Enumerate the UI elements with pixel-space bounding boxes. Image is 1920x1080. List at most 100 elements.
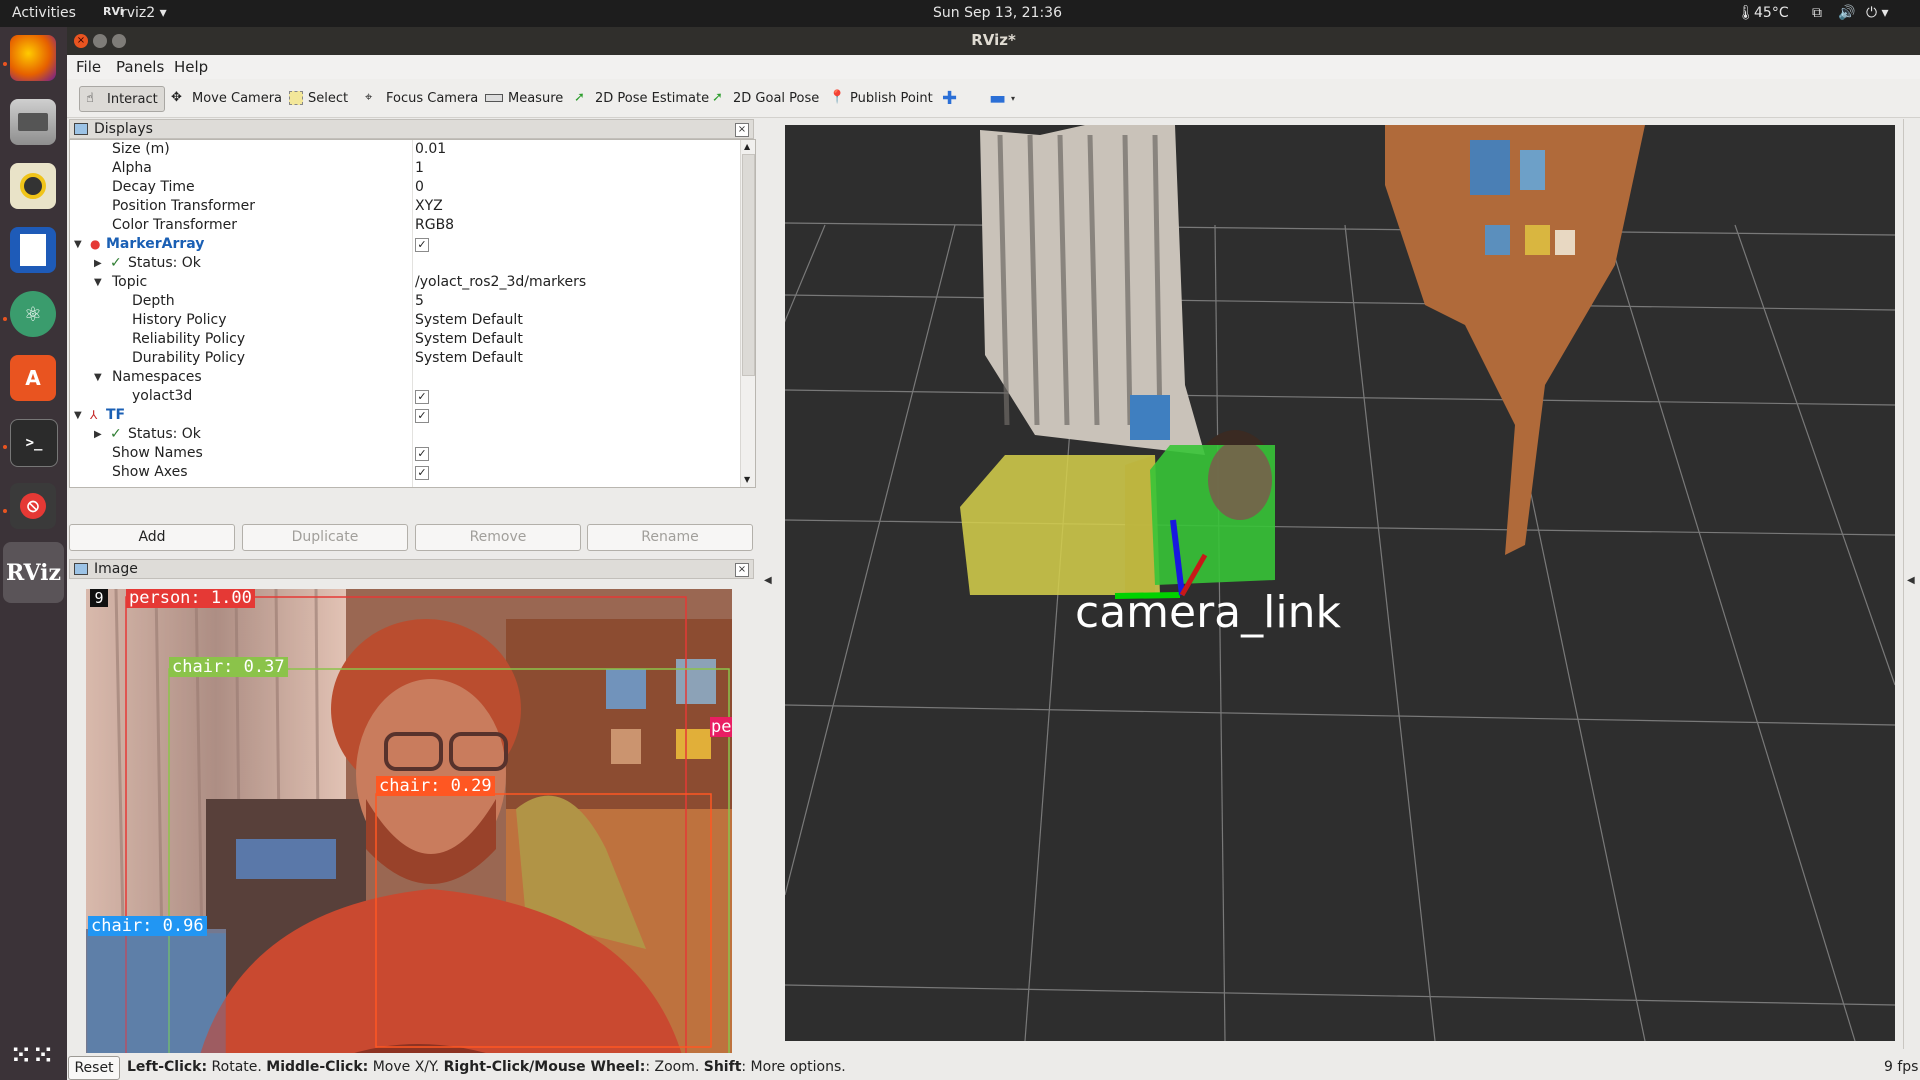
- terminal-icon[interactable]: >_: [10, 419, 58, 467]
- status-message: Left-Click: Rotate. Middle-Click: Move X…: [127, 1059, 846, 1075]
- ubuntu-software-icon[interactable]: A: [10, 355, 56, 401]
- namespace-checkbox[interactable]: ✓: [415, 390, 429, 404]
- scroll-down-icon[interactable]: ▼: [744, 475, 750, 484]
- add-display-button[interactable]: Add: [69, 524, 235, 551]
- check-icon: ✓: [110, 426, 122, 442]
- property-row[interactable]: Color Transformer RGB8: [70, 216, 740, 235]
- frame-number: 9: [90, 589, 108, 607]
- activities-button[interactable]: Activities: [12, 5, 76, 21]
- display-markerarray[interactable]: ▼ ● MarkerArray ✓: [70, 235, 740, 254]
- green-arrow-icon: ➚: [712, 90, 723, 105]
- remove-tool-button[interactable]: ▬ ▾: [989, 86, 1015, 110]
- detection-label: chair: 0.29: [376, 776, 495, 796]
- focus-camera-tool-button[interactable]: ⌖ Focus Camera: [365, 86, 478, 110]
- menu-panels[interactable]: Panels: [116, 58, 164, 76]
- marker-array-icon: ●: [90, 237, 101, 251]
- expand-arrow-icon[interactable]: ▼: [94, 273, 102, 292]
- map-pin-icon: 📍: [829, 90, 846, 105]
- chevron-down-icon: ▾: [1011, 93, 1016, 103]
- temperature-indicator[interactable]: 45°C: [1754, 5, 1789, 21]
- running-indicator: [3, 317, 7, 321]
- render-viewport[interactable]: camera_link: [785, 125, 1895, 1041]
- property-row[interactable]: Reliability Policy System Default: [70, 330, 740, 349]
- status-row[interactable]: ▶ ✓ Status: Ok: [70, 425, 740, 444]
- minus-icon: ▬: [989, 87, 1007, 109]
- property-row[interactable]: Size (m) 0.01: [70, 140, 740, 159]
- enable-checkbox[interactable]: ✓: [415, 238, 429, 252]
- property-row[interactable]: Durability Policy System Default: [70, 349, 740, 368]
- 3d-scene: [785, 125, 1895, 1041]
- move-camera-tool-button[interactable]: ✥ Move Camera: [171, 86, 282, 110]
- scroll-up-icon[interactable]: ▲: [744, 142, 750, 151]
- vertical-scrollbar[interactable]: ▲ ▼: [740, 140, 755, 487]
- property-row[interactable]: Show Names ✓: [70, 444, 740, 463]
- collapse-right-dock-icon[interactable]: ◀: [1907, 575, 1915, 586]
- image-panel-title: Image: [94, 561, 138, 577]
- expand-arrow-icon[interactable]: ▼: [94, 368, 102, 387]
- move-arrows-icon: ✥: [171, 90, 182, 105]
- property-row[interactable]: Position Transformer XYZ: [70, 197, 740, 216]
- property-row[interactable]: ▼ Namespaces: [70, 368, 740, 387]
- status-row[interactable]: ▶ ✓ Status: Ok: [70, 254, 740, 273]
- window-title: RViz*: [971, 31, 1016, 49]
- menubar: File Panels Help: [67, 55, 1920, 79]
- goal-pose-tool-button[interactable]: ➚ 2D Goal Pose: [712, 86, 819, 110]
- files-icon[interactable]: [10, 99, 56, 145]
- status-bar: Reset Left-Click: Rotate. Middle-Click: …: [67, 1053, 1920, 1080]
- add-tool-button[interactable]: ✚: [942, 86, 957, 110]
- property-row[interactable]: yolact3d ✓: [70, 387, 740, 406]
- thermometer-icon: 🌡: [1737, 5, 1755, 21]
- publish-point-tool-button[interactable]: 📍 Publish Point: [829, 86, 933, 110]
- pose-estimate-tool-button[interactable]: ➚ 2D Pose Estimate: [574, 86, 709, 110]
- rhythmbox-icon[interactable]: [10, 163, 56, 209]
- show-applications-icon[interactable]: ⁙⁙: [10, 1032, 56, 1078]
- detection-label: person: 1.00: [126, 589, 255, 608]
- rename-display-button[interactable]: Rename: [587, 524, 753, 551]
- dock: ⚛ A >_ ⦸ RViz ⁙⁙: [0, 27, 67, 1080]
- stop-app-icon[interactable]: ⦸: [10, 483, 56, 529]
- camera-image-view: 9 person: 1.00 chair: 0.37 chair: 0.29 c…: [86, 589, 732, 1069]
- displays-tree[interactable]: Size (m) 0.01 Alpha 1 Decay Time 0 Position…: [69, 139, 756, 488]
- firefox-icon[interactable]: [10, 35, 56, 81]
- displays-panel-title: Displays: [94, 121, 153, 137]
- menu-file[interactable]: File: [76, 58, 101, 76]
- property-row[interactable]: History Policy System Default: [70, 311, 740, 330]
- close-panel-icon[interactable]: ×: [735, 563, 749, 577]
- property-row[interactable]: Show Axes ✓: [70, 463, 740, 482]
- property-row[interactable]: ▼ Topic/yolact_ros2_3d/markers: [70, 273, 740, 292]
- measure-tool-button[interactable]: Measure: [485, 86, 563, 110]
- libreoffice-writer-icon[interactable]: [10, 227, 56, 273]
- close-panel-icon[interactable]: ×: [735, 123, 749, 137]
- enable-checkbox[interactable]: ✓: [415, 409, 429, 423]
- remove-display-button[interactable]: Remove: [415, 524, 581, 551]
- network-icon[interactable]: ⧉: [1812, 5, 1822, 21]
- power-icon[interactable]: ⏻ ▾: [1866, 5, 1889, 21]
- detection-label: chair: 0.37: [169, 657, 288, 677]
- select-tool-button[interactable]: Select: [289, 86, 348, 110]
- collapse-arrow-icon[interactable]: ▶: [94, 254, 102, 273]
- rviz-icon[interactable]: RViz: [3, 542, 64, 603]
- collapse-left-dock-icon[interactable]: ◀: [764, 575, 772, 586]
- scrollbar-thumb[interactable]: [742, 154, 755, 376]
- property-row[interactable]: Decay Time 0: [70, 178, 740, 197]
- interact-tool-button[interactable]: ☝ Interact: [79, 86, 165, 112]
- show-names-checkbox[interactable]: ✓: [415, 447, 429, 461]
- expand-arrow-icon[interactable]: ▼: [74, 406, 82, 425]
- reset-button[interactable]: Reset: [68, 1056, 120, 1080]
- duplicate-display-button[interactable]: Duplicate: [242, 524, 408, 551]
- plus-icon: ✚: [942, 87, 958, 109]
- fps-indicator: 9 fps: [1884, 1059, 1919, 1075]
- detection-label: chair: 0.96: [88, 916, 207, 936]
- clock[interactable]: Sun Sep 13, 21:36: [933, 5, 1062, 21]
- display-tf[interactable]: ▼ ⅄ TF ✓: [70, 406, 740, 425]
- menu-help[interactable]: Help: [174, 58, 208, 76]
- collapse-arrow-icon[interactable]: ▶: [94, 425, 102, 444]
- ruler-icon: [485, 94, 503, 102]
- property-row[interactable]: Depth 5: [70, 292, 740, 311]
- atom-icon[interactable]: ⚛: [10, 291, 56, 337]
- app-menu-button[interactable]: rviz2 ▾: [121, 5, 167, 21]
- property-row[interactable]: Alpha 1: [70, 159, 740, 178]
- volume-icon[interactable]: 🔊: [1838, 5, 1855, 21]
- expand-arrow-icon[interactable]: ▼: [74, 235, 82, 254]
- show-axes-checkbox[interactable]: ✓: [415, 466, 429, 480]
